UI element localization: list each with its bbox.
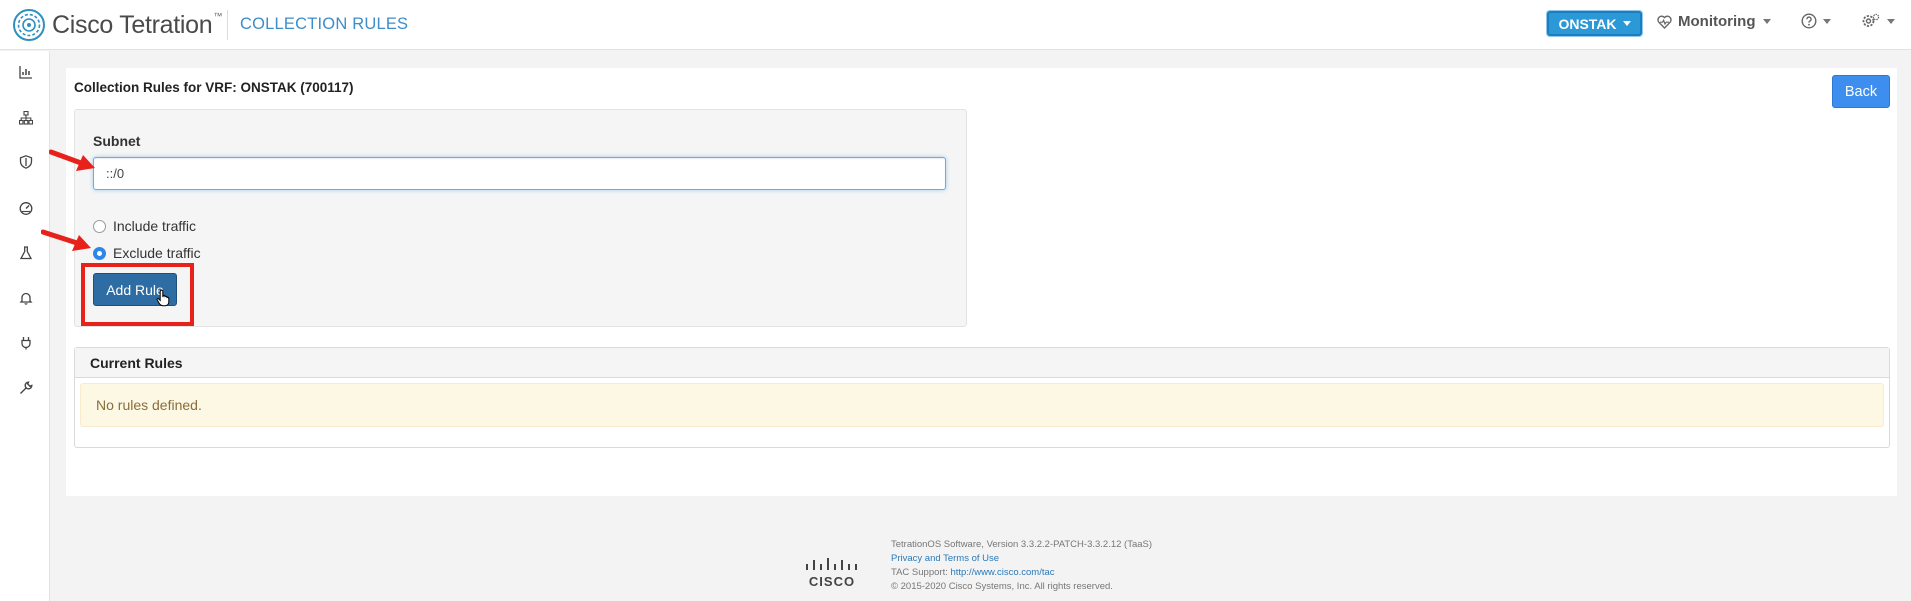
back-button[interactable]: Back [1832, 75, 1890, 108]
top-navbar: Cisco Tetration ™ COLLECTION RULES ONSTAK… [0, 0, 1911, 50]
add-rule-form: Subnet Include traffic Exclude traffic A… [74, 109, 967, 327]
vrf-selector-dropdown[interactable]: ONSTAK [1547, 11, 1642, 36]
help-icon [1801, 13, 1817, 29]
topology-icon[interactable] [19, 111, 33, 125]
hand-cursor-icon [156, 289, 170, 307]
cisco-logo-icon: CISCO [806, 558, 857, 589]
exclude-traffic-label: Exclude traffic [113, 245, 201, 261]
include-traffic-option[interactable]: Include traffic [93, 218, 196, 234]
tetration-logo-icon [13, 9, 45, 41]
copyright-text: © 2015-2020 Cisco Systems, Inc. All righ… [891, 581, 1113, 592]
flask-icon[interactable] [19, 246, 33, 260]
bell-icon[interactable] [19, 291, 33, 305]
annotation-arrow-icon [41, 229, 91, 251]
include-traffic-label: Include traffic [113, 218, 197, 234]
tac-support-label: TAC Support: [891, 567, 951, 578]
dashboard-icon[interactable] [19, 65, 33, 79]
wrench-icon[interactable] [19, 381, 33, 395]
gauge-icon[interactable] [19, 201, 33, 215]
cisco-tetration-logo[interactable]: Cisco Tetration ™ [12, 6, 222, 44]
chevron-down-icon [1622, 21, 1631, 26]
privacy-terms-link[interactable]: Privacy and Terms of Use [891, 553, 999, 564]
left-sidebar [0, 51, 50, 601]
include-traffic-radio[interactable] [93, 219, 106, 233]
help-menu[interactable] [1801, 13, 1831, 29]
heart-pulse-icon [1657, 15, 1672, 29]
chevron-down-icon [1823, 18, 1831, 24]
monitoring-menu[interactable]: Monitoring [1657, 13, 1772, 30]
page-heading: COLLECTION RULES [240, 15, 409, 33]
topbar-divider [227, 10, 228, 40]
footer-logo-text: CISCO [809, 574, 855, 589]
chevron-down-icon [1763, 19, 1772, 24]
monitoring-label: Monitoring [1678, 13, 1756, 30]
annotation-arrow-icon [49, 149, 95, 171]
exclude-traffic-radio[interactable] [93, 246, 106, 260]
no-rules-alert: No rules defined. [80, 383, 1884, 427]
tac-support-link[interactable]: http://www.cisco.com/tac [951, 567, 1055, 578]
trademark-mark: ™ [213, 11, 223, 21]
footer-info: TetrationOS Software, Version 3.3.2.2-PA… [891, 538, 1152, 594]
collection-rules-card: Collection Rules for VRF: ONSTAK (700117… [66, 68, 1897, 496]
software-version: TetrationOS Software, Version 3.3.2.2-PA… [891, 539, 1153, 550]
plug-icon[interactable] [19, 336, 33, 350]
subnet-input[interactable] [93, 157, 946, 190]
settings-menu[interactable] [1861, 12, 1895, 30]
vrf-selector-label: ONSTAK [1558, 15, 1617, 32]
current-rules-panel: Current Rules No rules defined. [74, 347, 1890, 448]
brand-name-text: Cisco Tetration [52, 10, 213, 39]
brand-name: Cisco Tetration ™ [52, 11, 222, 40]
exclude-traffic-option[interactable]: Exclude traffic [93, 245, 201, 261]
security-shield-icon[interactable] [19, 155, 33, 169]
chevron-down-icon [1887, 18, 1895, 24]
subnet-label: Subnet [93, 133, 141, 149]
card-title: Collection Rules for VRF: ONSTAK (700117… [74, 80, 354, 95]
current-rules-heading: Current Rules [75, 348, 1889, 378]
gear-icon [1862, 13, 1880, 27]
annotation-highlight-box [81, 263, 194, 326]
